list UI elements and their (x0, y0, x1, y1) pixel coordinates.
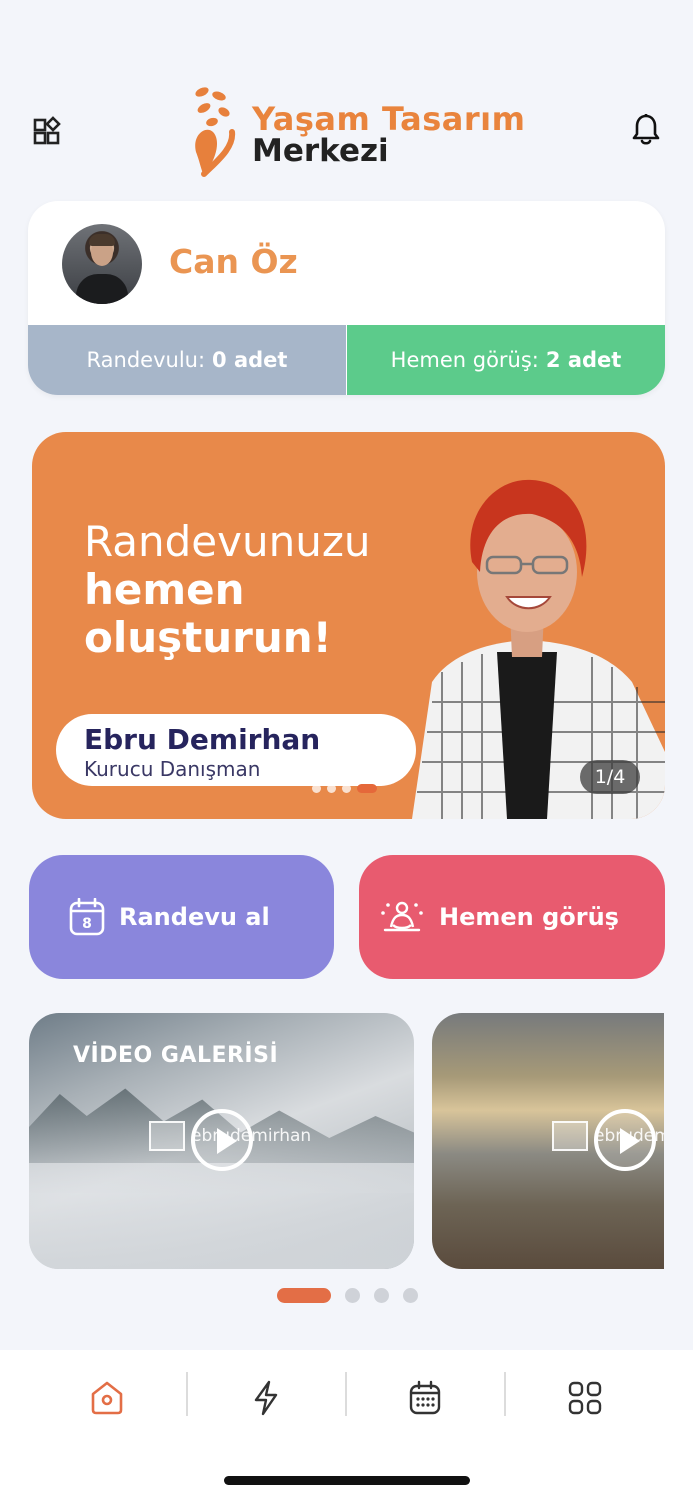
gallery-dot[interactable] (403, 1288, 418, 1303)
appointment-count-badge[interactable]: Randevulu: 0 adet (28, 325, 346, 395)
banner-dot[interactable] (342, 784, 351, 793)
book-appointment-label: Randevu al (119, 903, 270, 931)
banner-pagination[interactable] (312, 784, 377, 793)
banner-dot-active[interactable] (357, 784, 377, 793)
lightning-icon (254, 1380, 278, 1416)
apps-grid-icon (568, 1381, 602, 1415)
book-appointment-button[interactable]: 8 Randevu al (29, 855, 334, 979)
nav-quick[interactable] (236, 1368, 296, 1428)
instant-meeting-count-badge[interactable]: Hemen görüş: 2 adet (347, 325, 665, 395)
banner-title-line3: oluşturun! (84, 613, 332, 662)
meditation-icon (381, 901, 423, 932)
grid-menu-icon (33, 116, 61, 145)
video-card[interactable]: ebrudemirhan (432, 1013, 664, 1269)
avatar (62, 224, 142, 304)
consultant-name: Ebru Demirhan (84, 723, 321, 756)
calendar-icon: 8 (69, 898, 105, 936)
video-card[interactable]: VİDEO GALERİSİ ebrudemirhan (29, 1013, 414, 1269)
bell-icon (632, 114, 660, 145)
nav-more[interactable] (555, 1368, 615, 1428)
banner-dot[interactable] (327, 784, 336, 793)
gallery-dot-active[interactable] (277, 1288, 331, 1303)
banner-title: Randevunuzu hemen oluşturun! (84, 518, 371, 662)
profile-card[interactable]: Can Öz Randevulu: 0 adet Hemen görüş: 2 … (28, 201, 665, 395)
brand-logo: Yaşam Tasarım Merkezi (186, 82, 525, 178)
gallery-title: VİDEO GALERİSİ (73, 1043, 279, 1068)
bottom-navigation (0, 1350, 693, 1500)
nav-home[interactable] (77, 1368, 137, 1428)
home-indicator (224, 1476, 470, 1485)
leaf-logo-icon (195, 87, 236, 177)
calendar-icon (409, 1380, 441, 1415)
gallery-pagination[interactable] (277, 1288, 418, 1303)
instant-meeting-label: Hemen görüş (439, 903, 619, 931)
brand-subtitle: Merkezi (252, 133, 389, 169)
consultant-name-pill: Ebru Demirhan Kurucu Danışman (56, 714, 416, 786)
gallery-dot[interactable] (374, 1288, 389, 1303)
appointment-count-value: 0 adet (212, 348, 288, 372)
appointment-count-label: Randevulu: (86, 348, 206, 372)
banner-title-line1: Randevunuzu (84, 517, 371, 566)
banner-title-line2: hemen (84, 565, 245, 614)
promo-banner[interactable]: Randevunuzu hemen oluşturun! Ebru Demirh… (32, 432, 665, 819)
notifications-button[interactable] (626, 110, 666, 150)
nav-calendar[interactable] (395, 1368, 455, 1428)
calendar-day-number: 8 (82, 916, 92, 932)
instant-meeting-count-label: Hemen görüş: (390, 348, 539, 372)
consultant-role: Kurucu Danışman (84, 757, 261, 781)
gallery-dot[interactable] (345, 1288, 360, 1303)
slide-counter: 1/4 (580, 760, 640, 794)
banner-dot[interactable] (312, 784, 321, 793)
play-icon[interactable] (191, 1109, 253, 1171)
menu-button[interactable] (28, 112, 66, 150)
instant-meeting-button[interactable]: Hemen görüş (359, 855, 665, 979)
instant-meeting-count-value: 2 adet (545, 348, 622, 372)
user-name: Can Öz (169, 242, 298, 281)
play-icon[interactable] (594, 1109, 656, 1171)
home-icon (91, 1381, 123, 1415)
